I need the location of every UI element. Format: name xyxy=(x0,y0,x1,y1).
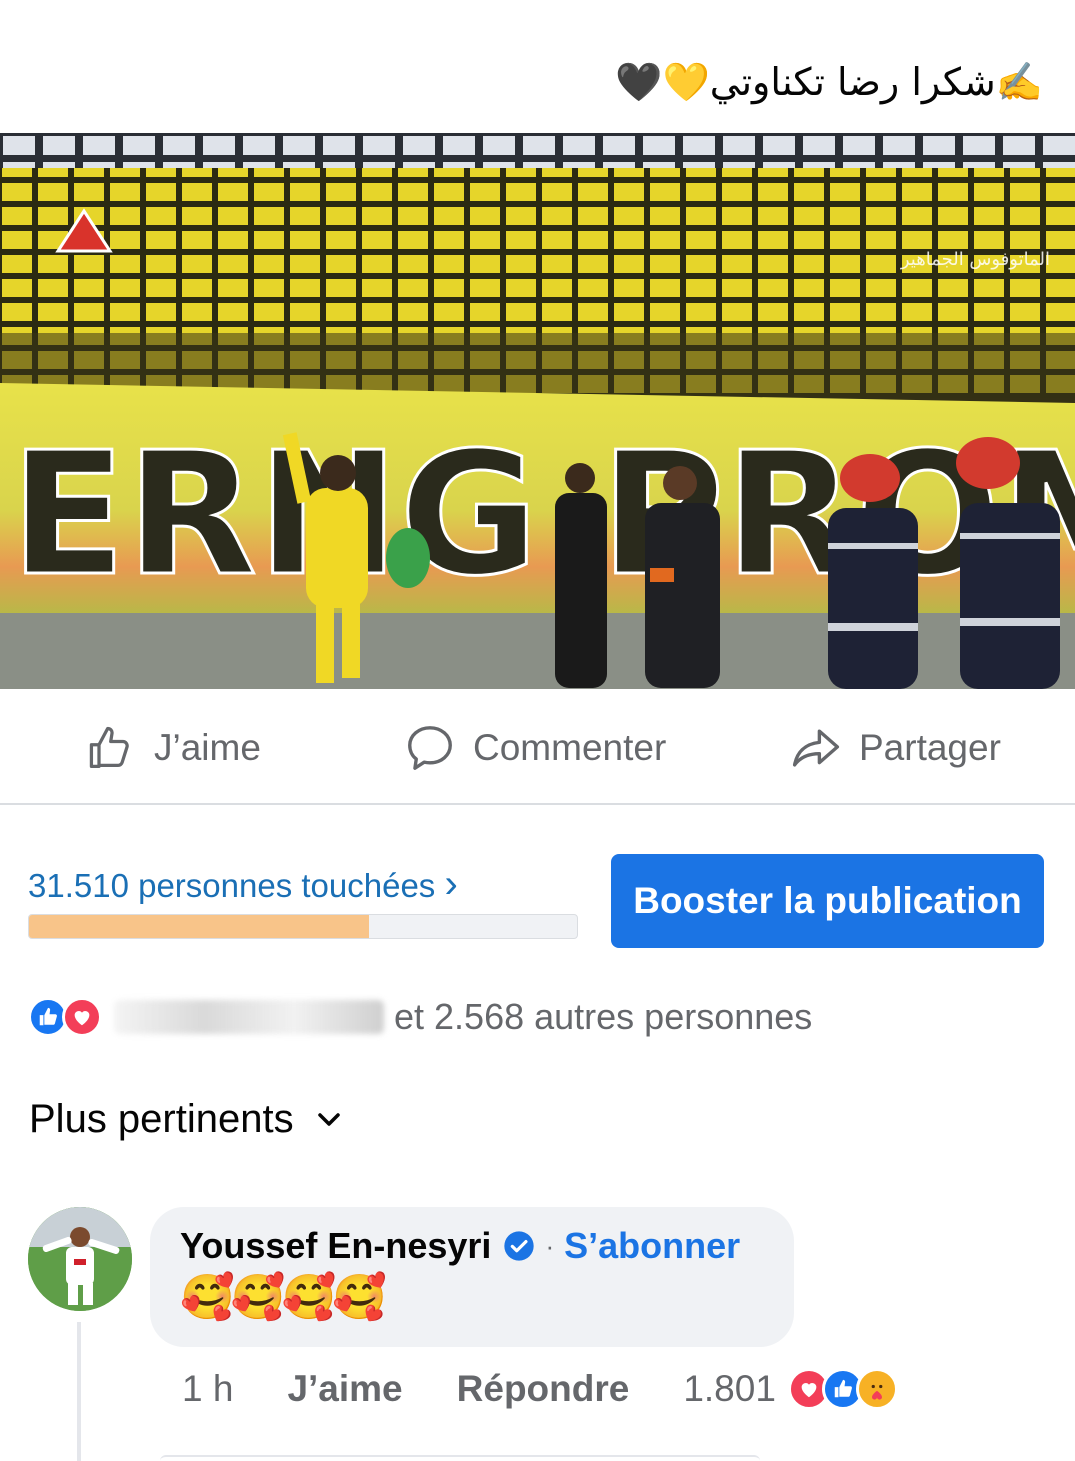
chevron-down-icon xyxy=(317,1112,340,1126)
follow-button[interactable]: S’abonner xyxy=(564,1225,740,1267)
reach-link[interactable]: 31.510 personnes touchées › xyxy=(28,862,458,907)
comment-label: Commenter xyxy=(473,727,667,768)
like-button[interactable]: J’aime xyxy=(86,718,261,778)
reach-progress-fill xyxy=(29,915,369,938)
comment-button[interactable]: Commenter xyxy=(403,718,666,778)
caption-text: ✍️شكرا رضا تكناوتي xyxy=(709,60,1043,104)
avatar[interactable] xyxy=(28,1207,132,1311)
comment-header: Youssef En-nesyri · S’abonner xyxy=(180,1225,764,1267)
post-action-bar: J’aime Commenter Partager xyxy=(0,690,1075,805)
like-label: J’aime xyxy=(154,727,261,768)
comment-meta: 1 h J’aime Répondre 1.801 xyxy=(182,1364,898,1414)
chevron-right-icon: › xyxy=(444,862,458,906)
care-reaction-icon xyxy=(855,1368,898,1410)
comment-bubble-icon xyxy=(408,726,452,770)
banner-text-left: ERNG xyxy=(10,416,539,614)
comment-like-button[interactable]: J’aime xyxy=(287,1368,402,1410)
verified-badge-icon xyxy=(503,1230,535,1262)
comment-bubble: Youssef En-nesyri · S’abonner 🥰🥰🥰🥰 xyxy=(150,1207,794,1347)
caption-hearts: 🖤💛 xyxy=(615,60,710,104)
blurred-names xyxy=(114,1000,384,1034)
comment-reply-button[interactable]: Répondre xyxy=(457,1368,630,1410)
share-arrow-icon xyxy=(792,729,840,767)
reactions-summary-text: et 2.568 autres personnes xyxy=(394,996,813,1037)
reactions-summary[interactable]: et 2.568 autres personnes xyxy=(28,995,812,1039)
post-photo[interactable]: ERNG PROM الماتوفوس الجماهير xyxy=(0,133,1075,689)
comments-sort-dropdown[interactable]: Plus pertinents xyxy=(29,1097,342,1142)
thread-line xyxy=(77,1322,81,1461)
stadium-image: ERNG PROM الماتوفوس الجماهير xyxy=(0,133,1075,689)
comment-time: 1 h xyxy=(182,1368,234,1409)
reach-progress-bar xyxy=(28,914,578,939)
share-label: Partager xyxy=(859,727,1001,768)
comment-reaction-count[interactable]: 1.801 xyxy=(683,1368,776,1410)
reach-text: 31.510 personnes touchées xyxy=(28,867,436,904)
avatar-image xyxy=(28,1207,132,1311)
comments-sort-label: Plus pertinents xyxy=(29,1097,294,1141)
boost-post-button[interactable]: Booster la publication xyxy=(611,854,1044,948)
next-comment-peek xyxy=(160,1455,760,1461)
share-button[interactable]: Partager xyxy=(789,718,1001,778)
comment-author[interactable]: Youssef En-nesyri xyxy=(180,1225,491,1267)
post-caption: ✍️شكرا رضا تكناوتي🖤💛 xyxy=(615,52,1043,112)
stand-text: الماتوفوس الجماهير xyxy=(900,249,1050,270)
comment-text: 🥰🥰🥰🥰 xyxy=(180,1272,387,1323)
love-reaction-icon xyxy=(62,997,102,1037)
separator-dot: · xyxy=(545,1230,555,1261)
thumbs-up-icon xyxy=(89,726,129,769)
